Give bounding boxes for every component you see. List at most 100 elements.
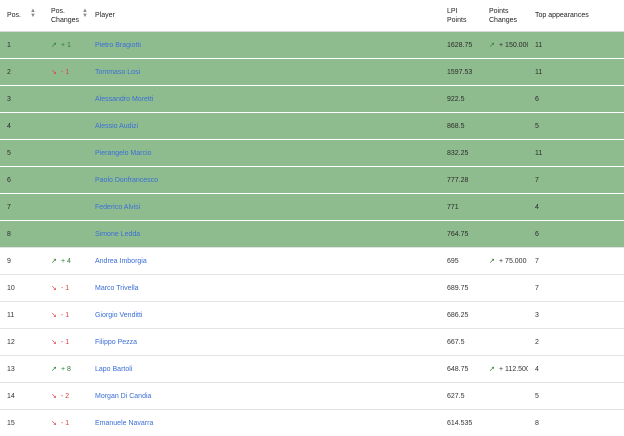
points-change-cell [482,382,528,410]
table-row: 2 ↘ - 1 Tommaso Losi 1597.53 11 [0,58,624,86]
points-change-cell [482,274,528,302]
pos-change-cell: ↘ - 1 [44,328,88,356]
top-appearances-cell: 2 [528,328,624,356]
trend-up-icon: ↗ [489,366,495,373]
points-cell: 648.75 [440,355,482,383]
player-cell: Paolo Donfrancesco [88,166,440,194]
pos-cell: 13 [0,355,44,383]
trend-down-icon: ↘ [51,393,57,400]
player-link[interactable]: Emanuele Navarra [95,420,153,427]
pos-change-cell: ↗ + 1 [44,31,88,59]
table-row: 10 ↘ - 1 Marco Trivella 689.75 7 [0,274,624,302]
player-cell: Pierangelo Marcio [88,139,440,167]
player-link[interactable]: Alessandro Moretti [95,96,153,103]
trend-up-icon: ↗ [51,258,57,265]
table-row: 6 Paolo Donfrancesco 777.28 7 [0,166,624,194]
points-cell: 922.5 [440,85,482,113]
points-change-cell [482,139,528,167]
top-appearances-cell: 6 [528,85,624,113]
ranking-table: Pos. ▲ ▼ Pos. Changes ▲ ▼ Player LPI Point… [0,0,624,436]
points-cell: 764.75 [440,220,482,248]
player-cell: Federico Alvisi [88,193,440,221]
trend-down-icon: ↘ [51,285,57,292]
points-cell: 627.5 [440,382,482,410]
trend-down-icon: ↘ [51,312,57,319]
table-body: 1↗+ 1Pietro Bragiotti1628.75↗+ 150.00001… [0,31,624,436]
player-link[interactable]: Pierangelo Marcio [95,150,151,157]
top-appearances-cell: 3 [528,301,624,329]
points-cell: 695 [440,247,482,275]
player-link[interactable]: Pietro Bragiotti [95,42,141,49]
player-link[interactable]: Giorgio Venditti [95,312,142,319]
pos-change-cell [44,139,88,167]
header-pos[interactable]: Pos. ▲ ▼ [0,0,44,32]
points-cell: 1628.75 [440,31,482,59]
player-cell: Andrea Imborgia [88,247,440,275]
table-row: 9 ↗ + 4 Andrea Imborgia 695 ↗ + 75.000 7 [0,247,624,275]
points-cell: 689.75 [440,274,482,302]
points-cell: 832.25 [440,139,482,167]
pos-cell: 5 [0,139,44,167]
trend-up-icon: ↗ [51,42,57,49]
pos-change-cell: ↘ - 1 [44,274,88,302]
points-change-cell [482,166,528,194]
header-points-changes[interactable]: Points Changes [482,0,528,32]
pos-change-cell [44,193,88,221]
player-link[interactable]: Morgan Di Candia [95,393,151,400]
points-change-cell [482,409,528,436]
top-appearances-cell: 6 [528,220,624,248]
table-row: 14 ↘ - 2 Morgan Di Candia 627.5 5 [0,382,624,410]
pos-cell: 3 [0,85,44,113]
sort-icon[interactable]: ▲ ▼ [30,8,36,19]
player-link[interactable]: Federico Alvisi [95,204,140,211]
player-link[interactable]: Paolo Donfrancesco [95,177,158,184]
pos-change-cell: ↘ - 1 [44,301,88,329]
points-change-cell: ↗+ 112.5004 [482,355,528,383]
points-cell: 667.5 [440,328,482,356]
points-change-cell [482,58,528,86]
points-change-cell: ↗ + 75.000 [482,247,528,275]
player-link[interactable]: Alessio Audizi [95,123,138,130]
player-cell: Morgan Di Candia [88,382,440,410]
top-appearances-cell: 11 [528,58,624,86]
points-change-cell: ↗+ 150.0000 [482,31,528,59]
player-link[interactable]: Marco Trivella [95,285,139,292]
points-cell: 771 [440,193,482,221]
top-appearances-cell: 7 [528,247,624,275]
pos-change-cell [44,85,88,113]
table-row: 5 Pierangelo Marcio 832.25 11 [0,139,624,167]
table-row: 1↗+ 1 Pietro Bragiotti 1628.75↗+ 150.00001… [0,31,624,59]
top-appearances-cell: 7 [528,274,624,302]
player-link[interactable]: Tommaso Losi [95,69,140,76]
top-appearances-cell: 11 [528,31,624,59]
player-link[interactable]: Andrea Imborgia [95,258,147,265]
player-link[interactable]: Lapo Bartoli [95,366,132,373]
player-cell: Emanuele Navarra [88,409,440,436]
player-link[interactable]: Filippo Pezza [95,339,137,346]
top-appearances-cell: 5 [528,112,624,140]
header-top-appearances[interactable]: Top appearances [528,0,624,32]
points-cell: 1597.53 [440,58,482,86]
pos-cell: 2 [0,58,44,86]
trend-down-icon: ↘ [51,420,57,427]
points-change-cell [482,193,528,221]
pos-cell: 4 [0,112,44,140]
trend-up-icon: ↗ [489,42,495,49]
pos-cell: 14 [0,382,44,410]
trend-down-icon: ↘ [51,69,57,76]
header-pos-changes[interactable]: Pos. Changes ▲ ▼ [44,0,88,32]
player-link[interactable]: Simone Ledda [95,231,140,238]
header-lpi-points[interactable]: LPI Points [440,0,482,32]
points-cell: 614.535 [440,409,482,436]
top-appearances-cell: 8 [528,409,624,436]
player-cell: Marco Trivella [88,274,440,302]
player-cell: Tommaso Losi [88,58,440,86]
header-player[interactable]: Player [88,0,440,32]
points-cell: 868.5 [440,112,482,140]
pos-cell: 7 [0,193,44,221]
top-appearances-cell: 7 [528,166,624,194]
trend-up-icon: ↗ [51,366,57,373]
table-row: 15 ↘ - 1 Emanuele Navarra 614.535 8 [0,409,624,436]
points-change-cell [482,220,528,248]
player-cell: Alessio Audizi [88,112,440,140]
